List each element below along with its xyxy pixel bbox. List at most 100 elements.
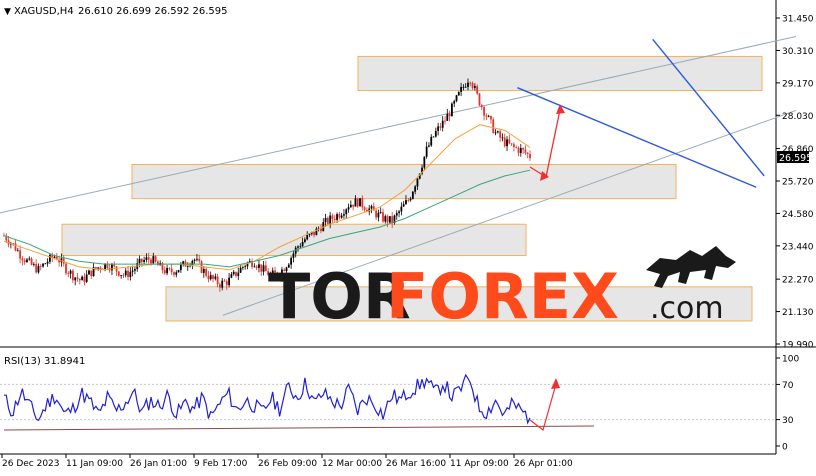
x-tick-label: 26 Apr 01:00 [514,459,573,469]
candle-body [19,250,21,259]
candle-body [196,258,198,260]
candle-body [391,216,394,224]
candle-body [451,103,453,117]
candle-body [455,95,458,102]
candle-body [361,198,364,208]
candle-body [487,115,490,117]
candle-body [501,137,504,139]
candle-body [147,257,150,260]
candle-body [370,206,373,209]
y-tick-label: 24.580 [782,210,814,220]
x-tick-label: 26 Jan 01:00 [130,459,187,469]
rsi-tick-label: 0 [782,443,788,453]
y-tick-label: 19.990 [782,341,814,351]
candle-body [209,275,212,280]
candle-body [37,265,40,273]
chart-window: 31.450 30.310 29.170 28.030 26.860 25.720 24.5… [0,0,816,472]
candle-body [74,277,77,281]
candle-body [522,148,525,150]
candle-body [324,217,327,223]
candle-body [219,284,221,288]
candle-body [469,82,472,84]
watermark-forex: FOREX [386,260,619,333]
candle-body [216,276,219,285]
candle-body [377,212,380,218]
candle-body [205,269,208,276]
candle-body [168,268,171,269]
candle-body [39,265,42,267]
x-tick-label: 26 Feb 09:00 [258,459,317,469]
candle-body [464,86,467,88]
candle-body [260,264,263,272]
candle-body [336,214,338,220]
y-tick-label: 31.450 [782,15,814,25]
candle-body [113,264,116,267]
candle-body [306,234,309,240]
candle-body [232,271,235,275]
candle-body [42,263,44,267]
candle-body [517,147,520,153]
candle-body [26,259,28,263]
candle-body [526,152,529,154]
candle-body [193,259,196,261]
candle-body [35,263,38,273]
candle-body [384,216,387,222]
candle-body [81,276,83,281]
candle-body [198,258,201,262]
candle-body [444,120,446,122]
candle-body [85,274,88,282]
candle-body [411,191,414,199]
candle-body [430,136,433,146]
candle-body [299,246,302,248]
candle-body [166,268,168,274]
candle-body [414,186,417,192]
candle-body [90,270,93,277]
collapse-arrow-icon[interactable]: ▼ [4,7,11,17]
candle-body [30,258,33,265]
candle-body [170,268,173,273]
candle-body [228,277,231,286]
candle-body [120,275,123,276]
candle-body [478,93,481,106]
y-tick-label: 25.720 [782,178,814,188]
candle-body [264,265,267,272]
rsi-tick-label: 30 [782,416,794,426]
candle-body [297,246,299,248]
candle-body [329,215,332,224]
candle-body [145,257,148,260]
price-axis-ticks: 31.45030.31029.17028.03026.86025.72024.5… [776,15,814,351]
candle-body [473,86,476,88]
candle-body [359,198,361,207]
candle-body [409,198,412,201]
candle-body [388,216,391,223]
candle-body [343,214,345,216]
candle-body [510,143,513,145]
rsi-label: RSI(13) 31.8941 [4,356,85,367]
candle-body [88,270,90,275]
candle-body [333,218,336,220]
rsi-tick-label: 100 [782,355,799,365]
zone-top [357,55,763,92]
candle-body [513,144,515,148]
candle-body [292,253,295,258]
candle-body [331,215,334,219]
candle-body [244,266,247,268]
candle-body [467,82,469,87]
candle-body [237,272,240,276]
candle-body [207,275,210,280]
candle-body [395,213,398,216]
candle-body [499,131,502,138]
y-tick-label: 23.440 [782,242,814,252]
y-tick-label: 28.030 [782,112,814,122]
candle-body [356,198,359,207]
candle-body [21,258,24,261]
candle-body [230,274,233,278]
candle-body [46,261,49,264]
candle-body [375,210,378,218]
candle-body [515,147,518,148]
symbol-label: XAGUSD,H4 [14,6,74,17]
candle-body [239,267,242,273]
candle-body [398,211,400,214]
candle-body [186,266,189,267]
candle-body [462,86,465,88]
